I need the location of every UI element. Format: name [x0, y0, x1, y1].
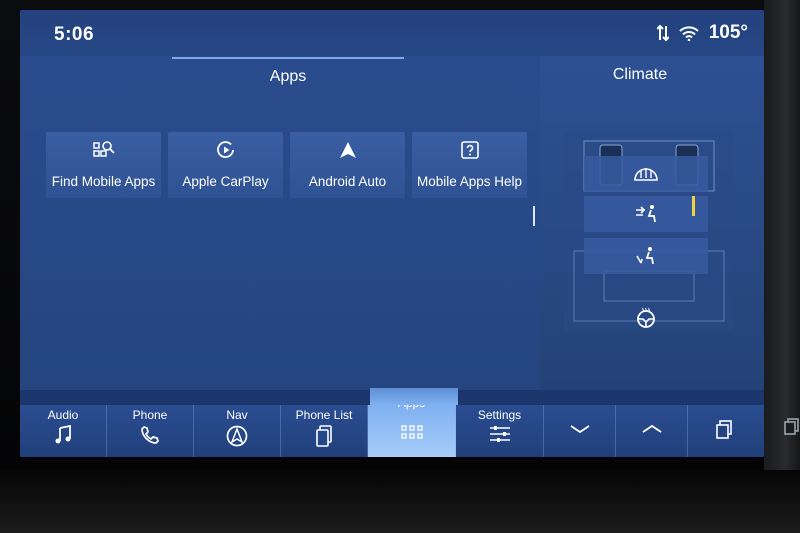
- bottom-nav-bar: Audio Phone Nav Phone List Settings: [20, 396, 764, 457]
- bezel-bottom-edge: [0, 470, 800, 533]
- nav-apps[interactable]: Apps: [368, 396, 456, 457]
- app-tiles: Find Mobile Apps Apple CarPlay Android A…: [46, 132, 527, 198]
- floor-vent-button[interactable]: [584, 238, 708, 274]
- tile-label: Apple CarPlay: [182, 174, 269, 189]
- heated-steering-icon: [637, 307, 655, 328]
- settings-sliders-icon: [489, 426, 510, 442]
- copy-button[interactable]: [688, 405, 759, 457]
- scroll-up-button[interactable]: [616, 405, 688, 457]
- apps-title-underline: [172, 57, 404, 59]
- face-vent-button[interactable]: [584, 196, 708, 232]
- active-mode-indicator: [692, 196, 695, 216]
- phone-icon: [141, 426, 159, 444]
- apple-carplay-tile[interactable]: Apple CarPlay: [168, 132, 283, 198]
- climate-title: Climate: [612, 66, 668, 83]
- outside-temperature: 105°: [708, 22, 748, 43]
- carplay-icon: [216, 141, 234, 158]
- find-mobile-apps-tile[interactable]: Find Mobile Apps: [46, 132, 161, 198]
- data-transfer-icon: [656, 24, 669, 42]
- tile-label: Find Mobile Apps: [51, 174, 156, 189]
- mobile-apps-help-tile[interactable]: Mobile Apps Help: [412, 132, 527, 198]
- clock: 5:06: [54, 24, 95, 45]
- bezel-right-edge: [764, 0, 800, 533]
- music-note-icon: [55, 425, 71, 444]
- tile-label: Android Auto: [308, 174, 387, 189]
- nav-label: Phone List: [295, 408, 353, 422]
- apps-title: Apps: [269, 68, 307, 85]
- android-auto-tile[interactable]: Android Auto: [290, 132, 405, 198]
- copy-icon: [715, 420, 732, 439]
- search-apps-icon: [92, 141, 115, 157]
- nav-audio[interactable]: Audio: [20, 405, 107, 457]
- copy-icon: [784, 418, 799, 435]
- chevron-down-icon: [570, 425, 589, 434]
- nav-phone[interactable]: Phone: [107, 405, 194, 457]
- nav-settings[interactable]: Settings: [456, 405, 544, 457]
- nav-label: Audio: [47, 408, 79, 422]
- defrost-button[interactable]: [584, 156, 708, 192]
- nav-apps-highlight: [370, 388, 458, 405]
- nav-label: Phone: [132, 408, 168, 422]
- tile-label: Mobile Apps Help: [416, 174, 523, 189]
- floor-vent-icon: [636, 247, 654, 265]
- scroll-down-button[interactable]: [544, 405, 616, 457]
- apps-panel: Apps Find Mobile Apps Apple CarPlay Andr…: [20, 56, 540, 390]
- chevron-up-icon: [642, 424, 661, 433]
- navigation-icon: [226, 425, 248, 447]
- status-icons: 105°: [656, 22, 748, 44]
- scroll-indicator[interactable]: [533, 206, 535, 226]
- climate-panel: Climate: [540, 56, 764, 390]
- nav-phone-list[interactable]: Phone List: [281, 405, 368, 457]
- wifi-icon: [678, 26, 699, 41]
- android-auto-icon: [339, 142, 356, 158]
- infotainment-screen: 5:06 105° Apps Find Mobile Apps Apple Ca…: [20, 10, 764, 457]
- help-icon: [460, 141, 479, 159]
- heated-steering-button[interactable]: [584, 300, 708, 336]
- face-vent-icon: [636, 205, 656, 223]
- nav-navigation[interactable]: Nav: [194, 405, 281, 457]
- defrost-icon: [634, 168, 658, 181]
- nav-label: Nav: [226, 408, 248, 422]
- status-bar: 5:06 105°: [20, 10, 764, 56]
- apps-grid-icon: [400, 425, 423, 439]
- phone-list-icon: [316, 425, 332, 447]
- nav-label: Settings: [477, 408, 522, 422]
